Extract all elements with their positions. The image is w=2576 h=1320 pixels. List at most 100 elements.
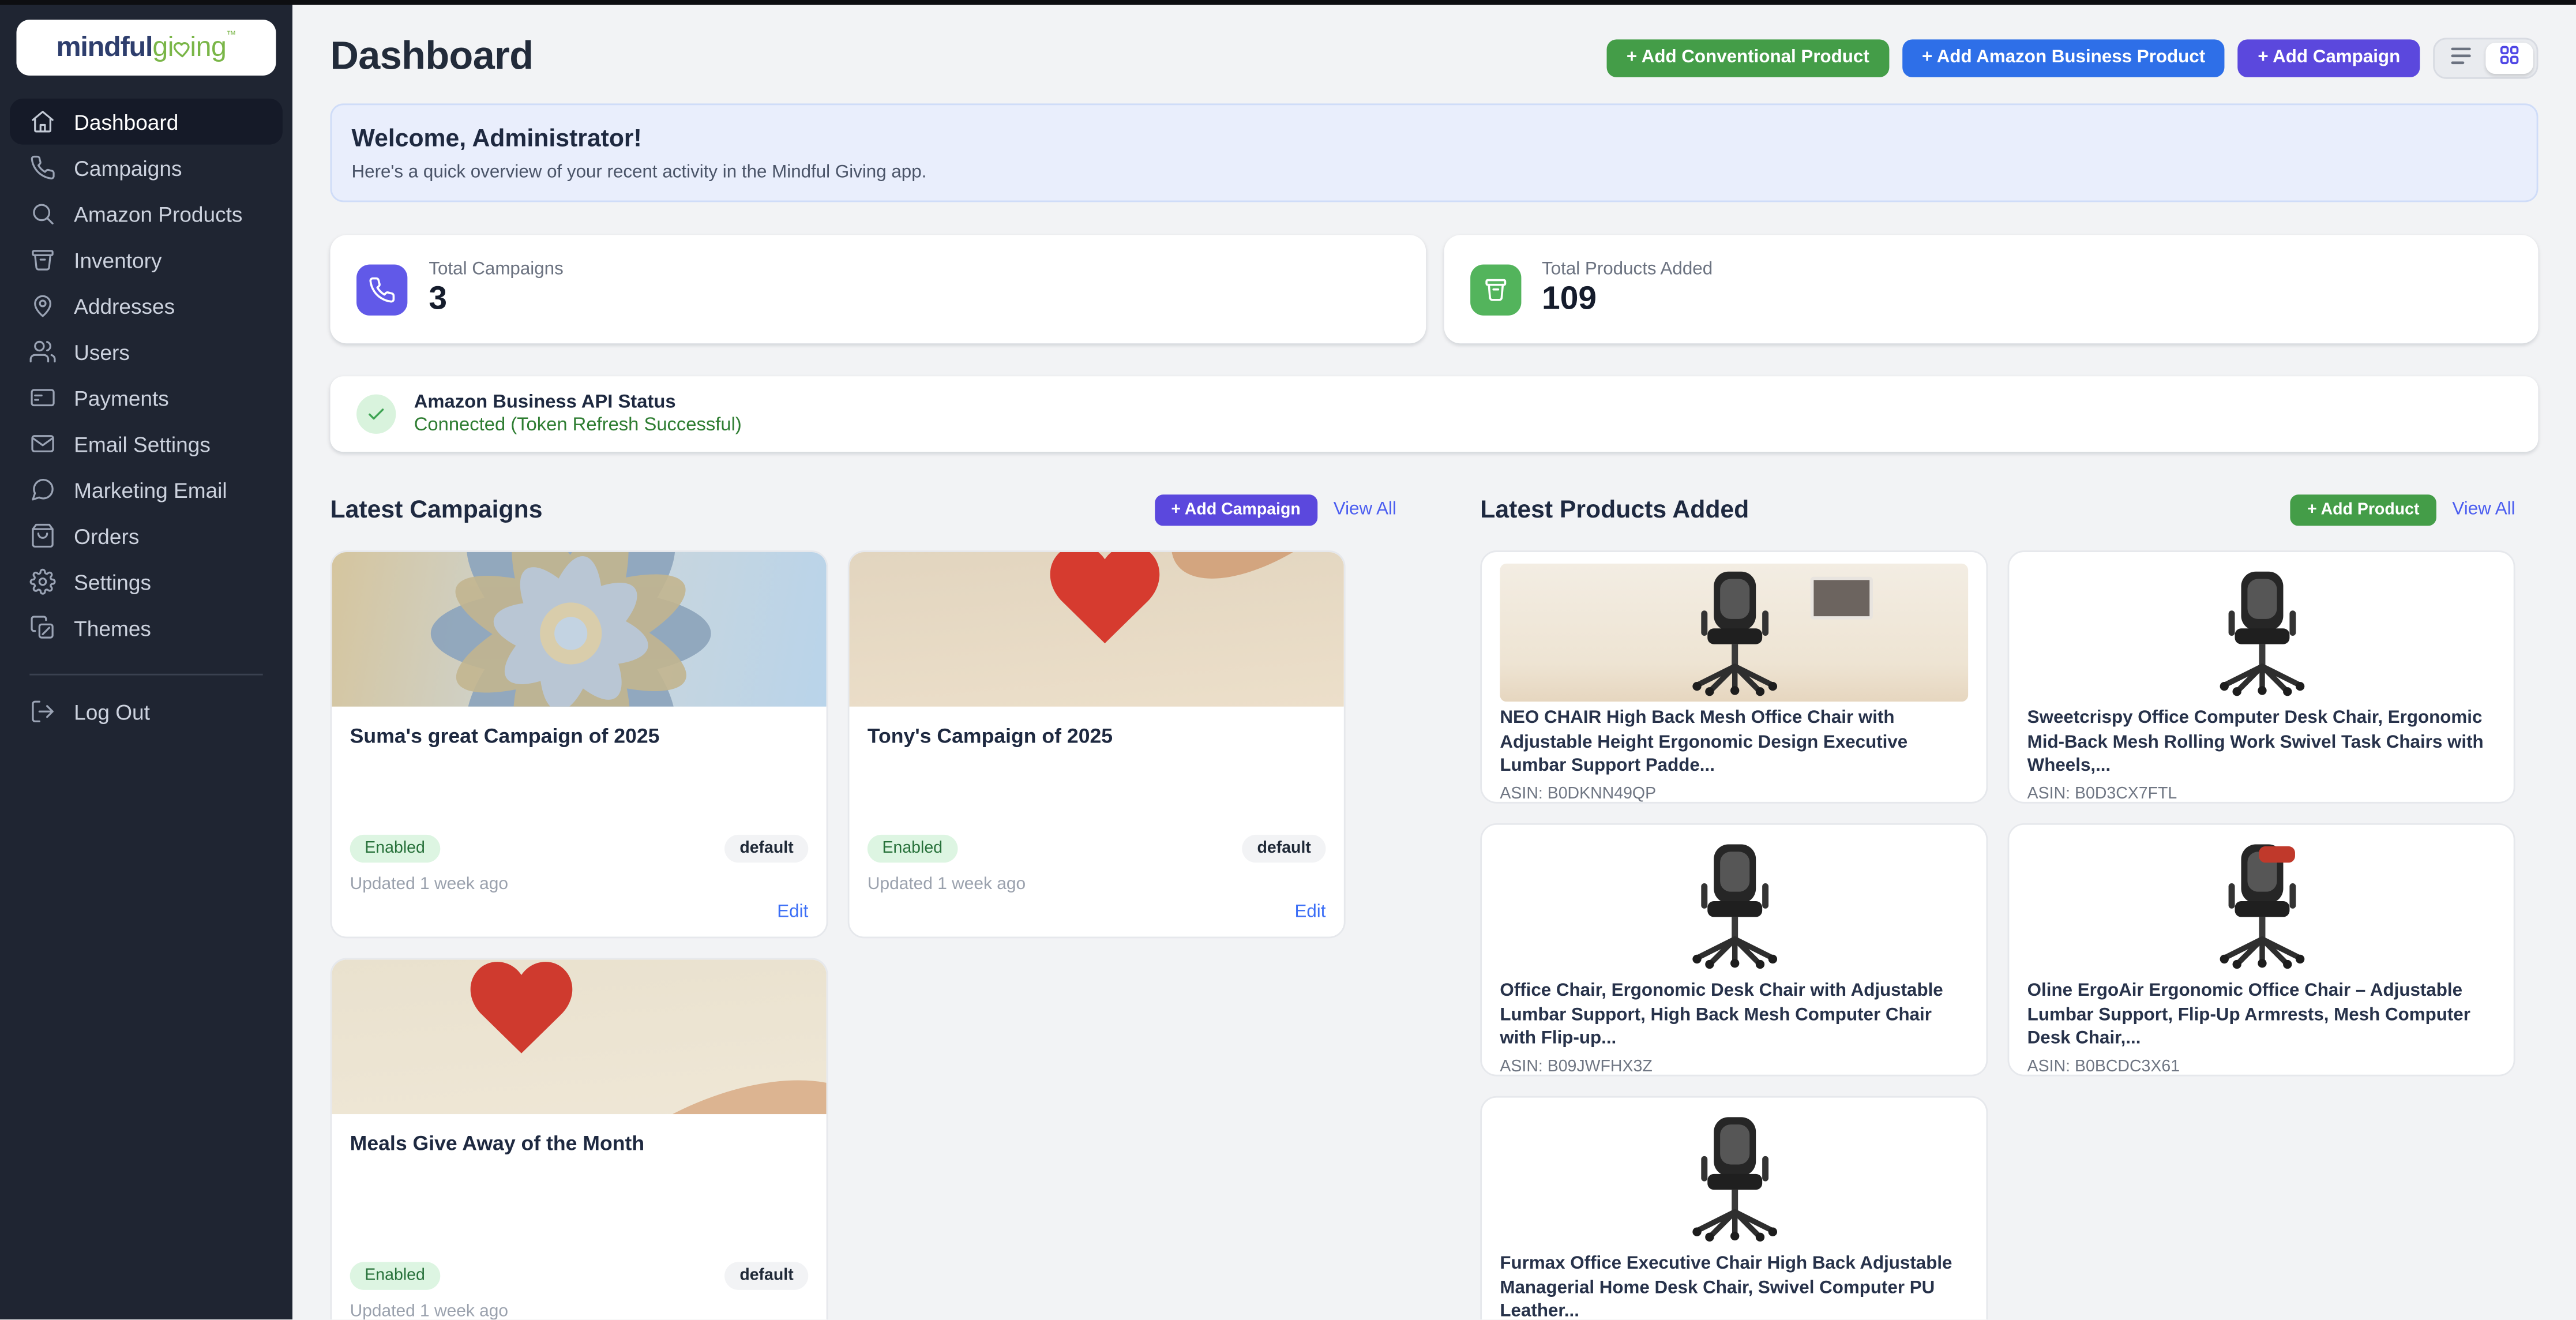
sidebar-item-inventory[interactable]: Inventory [10,237,283,283]
sidebar-item-label: Email Settings [74,432,211,456]
sidebar-item-addresses[interactable]: Addresses [10,283,283,329]
sidebar-item-users[interactable]: Users [10,329,283,375]
sidebar-item-logout[interactable]: Log Out [10,688,283,734]
stat-value: 3 [429,281,563,319]
users-icon [29,339,56,365]
edit-link[interactable]: Edit [777,902,808,922]
campaign-card[interactable]: Meals Give Away of the Month Enabled def… [330,958,828,1320]
products-header: Latest Products Added + Add Product View… [1480,492,2515,528]
stat-value: 109 [1542,281,1713,319]
product-card[interactable]: NEO CHAIR High Back Mesh Office Chair wi… [1480,550,1988,804]
sidebar: mindfulgiing™ Dashboard Campaigns Amazon… [0,0,292,1319]
products-grid: NEO CHAIR High Back Mesh Office Chair wi… [1480,550,2515,1319]
tag-badge: default [725,1262,809,1289]
product-card[interactable]: Office Chair, Ergonomic Desk Chair with … [1480,823,1988,1077]
campaign-updated: Updated 1 week ago [350,874,809,894]
sidebar-divider [29,674,262,676]
welcome-subtitle: Here's a quick overview of your recent a… [352,163,2517,182]
themes-icon [29,614,56,641]
sidebar-item-themes[interactable]: Themes [10,605,283,651]
product-image-executive-chair [1500,1109,1968,1247]
tag-badge: default [1242,835,1326,862]
campaign-updated: Updated 1 week ago [350,1302,809,1319]
sidebar-item-settings[interactable]: Settings [10,558,283,605]
product-image-office-chair [1500,564,1968,702]
add-conventional-product-button[interactable]: + Add Conventional Product [1607,39,1889,77]
product-card[interactable]: Sweetcrispy Office Computer Desk Chair, … [2008,550,2515,804]
tag-badge: default [725,835,809,862]
grid-view-button[interactable] [2485,42,2533,73]
campaigns-heading: Latest Campaigns [330,496,542,523]
campaigns-grid: Suma's great Campaign of 2025 Enabled de… [330,550,1396,1319]
latest-campaigns-section: Latest Campaigns + Add Campaign View All [330,492,1396,1319]
sidebar-item-dashboard[interactable]: Dashboard [10,99,283,145]
product-card[interactable]: Oline ErgoAir Ergonomic Office Chair – A… [2008,823,2515,1077]
sidebar-item-email-settings[interactable]: Email Settings [10,421,283,467]
view-toggle [2433,37,2538,78]
product-image-office-chair [1500,837,1968,974]
sidebar-item-payments[interactable]: Payments [10,374,283,421]
sidebar-item-marketing-email[interactable]: Marketing Email [10,467,283,513]
api-status-card: Amazon Business API Status Connected (To… [330,376,2538,452]
status-badge: Enabled [350,1262,440,1289]
product-card[interactable]: Furmax Office Executive Chair High Back … [1480,1096,1988,1319]
main-content: Dashboard + Add Conventional Product + A… [292,0,2576,1319]
sidebar-item-campaigns[interactable]: Campaigns [10,145,283,191]
add-campaign-button[interactable]: + Add Campaign [2238,39,2420,77]
logo-heart-icon [172,39,191,59]
home-icon [29,108,56,135]
chat-icon [29,477,56,503]
sidebar-item-label: Orders [74,523,139,548]
logo-text-ing: ing [190,31,226,64]
campaign-title: Suma's great Campaign of 2025 [350,725,809,748]
sidebar-item-label: Addresses [74,293,175,318]
page-title: Dashboard [330,35,533,81]
app-window: mindfulgiing™ Dashboard Campaigns Amazon… [0,0,2576,1319]
sidebar-item-orders[interactable]: Orders [10,513,283,559]
products-view-all-link[interactable]: View All [2452,500,2515,519]
sidebar-item-amazon-products[interactable]: Amazon Products [10,190,283,237]
logo-text-mindful: mindful [57,31,153,64]
stat-card-total-campaigns: Total Campaigns 3 [330,235,1425,343]
credit-card-icon [29,384,56,411]
browser-edge [0,0,2576,5]
welcome-banner: Welcome, Administrator! Here's a quick o… [330,103,2538,202]
products-heading: Latest Products Added [1480,496,1749,523]
shopping-bag-icon [29,523,56,549]
campaign-image-flower [332,552,826,707]
add-product-button[interactable]: + Add Product [2291,494,2436,525]
campaigns-header: Latest Campaigns + Add Campaign View All [330,492,1396,528]
sidebar-item-label: Users [74,339,130,364]
sidebar-item-label: Log Out [74,699,150,724]
app-logo: mindfulgiing™ [16,20,276,76]
map-pin-icon [29,292,56,319]
sidebar-item-label: Amazon Products [74,201,242,226]
sidebar-item-label: Inventory [74,247,162,272]
list-view-button[interactable] [2438,42,2486,73]
welcome-title: Welcome, Administrator! [352,125,2517,152]
list-icon [2450,45,2473,70]
product-title: Oline ErgoAir Ergonomic Office Chair – A… [2027,980,2496,1052]
sidebar-item-label: Settings [74,569,151,594]
product-title: Office Chair, Ergonomic Desk Chair with … [1500,980,1968,1052]
product-title: NEO CHAIR High Back Mesh Office Chair wi… [1500,707,1968,779]
header-actions: + Add Conventional Product + Add Amazon … [1607,37,2539,78]
campaign-card[interactable]: Suma's great Campaign of 2025 Enabled de… [330,550,828,938]
campaign-image-hands-heart [332,959,826,1114]
product-title: Furmax Office Executive Chair High Back … [1500,1252,1968,1319]
sidebar-item-label: Themes [74,616,151,640]
product-asin: ASIN: B0DKNN49QP [1500,785,1968,803]
sidebar-item-label: Marketing Email [74,477,227,502]
sidebar-nav: Dashboard Campaigns Amazon Products Inve… [0,99,292,651]
archive-icon [29,246,56,273]
campaign-card[interactable]: Tony's Campaign of 2025 Enabled default … [848,550,1346,938]
campaign-title: Tony's Campaign of 2025 [868,725,1326,748]
add-campaign-section-button[interactable]: + Add Campaign [1155,494,1317,525]
edit-link[interactable]: Edit [1294,902,1325,922]
campaigns-view-all-link[interactable]: View All [1334,500,1396,519]
content-columns: Latest Campaigns + Add Campaign View All [330,492,2538,1319]
search-icon [29,200,56,227]
campaign-title: Meals Give Away of the Month [350,1132,809,1155]
add-amazon-business-product-button[interactable]: + Add Amazon Business Product [1902,39,2225,77]
logo-text-gi: gi [152,31,174,64]
